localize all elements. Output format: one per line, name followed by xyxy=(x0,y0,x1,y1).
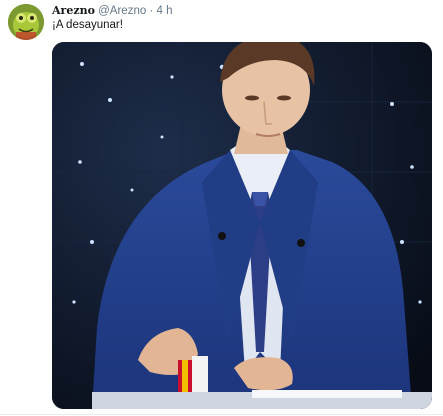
tweet-divider xyxy=(0,414,443,415)
tweet-header: Arezno @Arezno · 4 h xyxy=(52,3,173,19)
user-handle[interactable]: @Arezno xyxy=(98,5,146,17)
tweet-photo[interactable] xyxy=(52,42,432,409)
display-name[interactable]: Arezno xyxy=(52,4,95,17)
tweet[interactable]: Arezno @Arezno · 4 h ¡A desayunar! xyxy=(0,0,443,416)
avatar-frog-icon xyxy=(8,4,44,40)
header-separator: · xyxy=(149,5,154,17)
tweet-timestamp[interactable]: 4 h xyxy=(157,5,173,17)
user-avatar[interactable] xyxy=(8,4,44,40)
tweet-text: ¡A desayunar! xyxy=(52,19,123,31)
photo-icon xyxy=(52,42,432,409)
